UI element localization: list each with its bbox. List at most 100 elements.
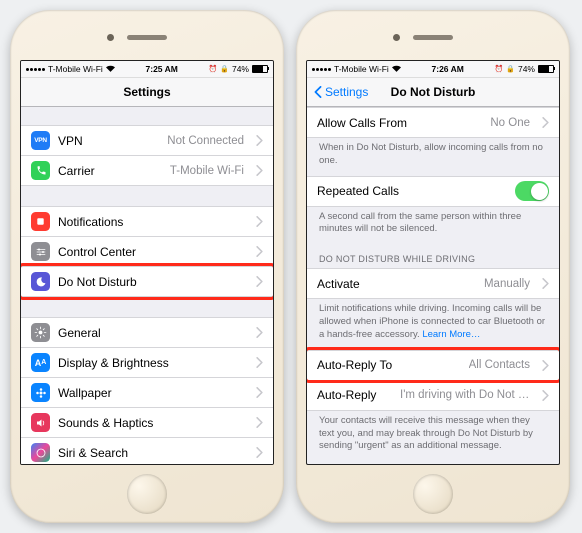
chevron-right-icon — [542, 117, 549, 128]
row-label: General — [58, 326, 244, 340]
row-label: Sounds & Haptics — [58, 416, 244, 430]
alarm-icon: ⏰ — [495, 65, 504, 73]
earpiece-speaker — [413, 35, 453, 40]
battery-icon — [538, 65, 554, 73]
row-value: All Contacts — [469, 359, 530, 371]
screen-right: T-Mobile Wi-Fi 7:26 AM ⏰ 🔒 74% Settings … — [306, 60, 560, 465]
section-header: DO NOT DISTURB WHILE DRIVING — [307, 244, 559, 268]
alarm-icon: ⏰ — [209, 65, 218, 73]
statusbar: T-Mobile Wi-Fi 7:26 AM ⏰ 🔒 74% — [307, 61, 559, 78]
screen-left: T-Mobile Wi-Fi 7:25 AM ⏰ 🔒 74% Settings … — [20, 60, 274, 465]
row-label: Activate — [317, 277, 476, 291]
general-icon — [31, 323, 50, 342]
vpn-icon: VPN — [31, 131, 50, 150]
iphone-mockup-right: T-Mobile Wi-Fi 7:26 AM ⏰ 🔒 74% Settings … — [296, 10, 570, 523]
chevron-right-icon — [256, 246, 263, 257]
settings-row[interactable]: VPN VPN Not Connected — [21, 125, 273, 155]
battery-icon — [252, 65, 268, 73]
chevron-right-icon — [256, 447, 263, 458]
chevron-right-icon — [256, 165, 263, 176]
signal-strength-icon — [26, 68, 45, 71]
row-label: Notifications — [58, 215, 244, 229]
display-icon: AA — [31, 353, 50, 372]
settings-list[interactable]: VPN VPN Not Connected Carrier T-Mobile Wi-Fi… — [21, 107, 273, 465]
settings-row[interactable]: Control Center — [21, 236, 273, 266]
row-value: T-Mobile Wi-Fi — [170, 165, 244, 177]
repeated-calls-row[interactable]: Repeated Calls — [307, 176, 559, 207]
phone-icon — [31, 161, 50, 180]
row-value: Manually — [484, 278, 530, 290]
activate-row[interactable]: Activate Manually — [307, 268, 559, 299]
wifi-icon — [392, 64, 401, 74]
row-label: Allow Calls From — [317, 116, 482, 130]
row-label: Auto-Reply — [317, 388, 392, 402]
home-button[interactable] — [413, 474, 453, 514]
back-button[interactable]: Settings — [313, 78, 368, 106]
row-label: Control Center — [58, 245, 244, 259]
row-value: No One — [490, 117, 530, 129]
orientation-lock-icon: 🔒 — [220, 65, 229, 73]
page-title: Settings — [123, 85, 170, 99]
dnd-settings-list[interactable]: Allow Calls From No One When in Do Not D… — [307, 107, 559, 461]
clock: 7:26 AM — [432, 64, 464, 74]
signal-strength-icon — [312, 68, 331, 71]
siri-icon — [31, 443, 50, 462]
chevron-right-icon — [256, 216, 263, 227]
settings-row[interactable]: Siri & Search — [21, 437, 273, 465]
earpiece-speaker — [127, 35, 167, 40]
navbar: Settings — [21, 78, 273, 107]
row-label: Auto-Reply To — [317, 358, 461, 372]
row-label: Wallpaper — [58, 386, 244, 400]
chevron-right-icon — [542, 390, 549, 401]
navbar: Settings Do Not Disturb — [307, 78, 559, 107]
sounds-icon — [31, 413, 50, 432]
chevron-right-icon — [256, 417, 263, 428]
settings-row[interactable]: Carrier T-Mobile Wi-Fi — [21, 155, 273, 186]
row-label: Do Not Disturb — [58, 275, 244, 289]
auto-reply-note: Your contacts will receive this message … — [307, 411, 559, 461]
wifi-icon — [106, 64, 115, 74]
front-camera — [393, 34, 400, 41]
battery-percent: 74% — [232, 64, 249, 74]
settings-row[interactable]: Wallpaper — [21, 377, 273, 407]
iphone-mockup-left: T-Mobile Wi-Fi 7:25 AM ⏰ 🔒 74% Settings … — [10, 10, 284, 523]
settings-row[interactable]: Do Not Disturb — [21, 266, 273, 297]
toggle-switch[interactable] — [515, 181, 549, 201]
front-camera — [107, 34, 114, 41]
moon-icon — [31, 272, 50, 291]
chevron-right-icon — [256, 327, 263, 338]
row-value: Not Connected — [167, 135, 244, 147]
chevron-right-icon — [256, 276, 263, 287]
row-label: Siri & Search — [58, 446, 244, 460]
chevron-right-icon — [542, 360, 549, 371]
repeated-calls-note: A second call from the same person withi… — [307, 207, 559, 245]
auto-reply-row[interactable]: Auto-Reply I'm driving with Do Not Di… — [307, 380, 559, 411]
allow-calls-note: When in Do Not Disturb, allow incoming c… — [307, 138, 559, 176]
settings-row[interactable]: General — [21, 317, 273, 347]
carrier-name: T-Mobile Wi-Fi — [334, 64, 389, 74]
activate-note: Limit notifications while driving. Incom… — [307, 299, 559, 349]
carrier-name: T-Mobile Wi-Fi — [48, 64, 103, 74]
home-button[interactable] — [127, 474, 167, 514]
clock: 7:25 AM — [146, 64, 178, 74]
chevron-right-icon — [256, 387, 263, 398]
row-label: Carrier — [58, 164, 162, 178]
control-center-icon — [31, 242, 50, 261]
allow-calls-from-row[interactable]: Allow Calls From No One — [307, 107, 559, 138]
settings-row[interactable]: Sounds & Haptics — [21, 407, 273, 437]
orientation-lock-icon: 🔒 — [506, 65, 515, 73]
chevron-right-icon — [256, 135, 263, 146]
notifications-icon — [31, 212, 50, 231]
wallpaper-icon — [31, 383, 50, 402]
chevron-right-icon — [542, 278, 549, 289]
learn-more-link[interactable]: Learn More… — [422, 329, 480, 340]
row-label: Repeated Calls — [317, 184, 507, 198]
statusbar: T-Mobile Wi-Fi 7:25 AM ⏰ 🔒 74% — [21, 61, 273, 78]
page-title: Do Not Disturb — [391, 85, 476, 99]
auto-reply-to-row[interactable]: Auto-Reply To All Contacts — [307, 350, 559, 380]
row-label: VPN — [58, 134, 159, 148]
row-label: Display & Brightness — [58, 356, 244, 370]
settings-row[interactable]: AA Display & Brightness — [21, 347, 273, 377]
settings-row[interactable]: Notifications — [21, 206, 273, 236]
battery-percent: 74% — [518, 64, 535, 74]
